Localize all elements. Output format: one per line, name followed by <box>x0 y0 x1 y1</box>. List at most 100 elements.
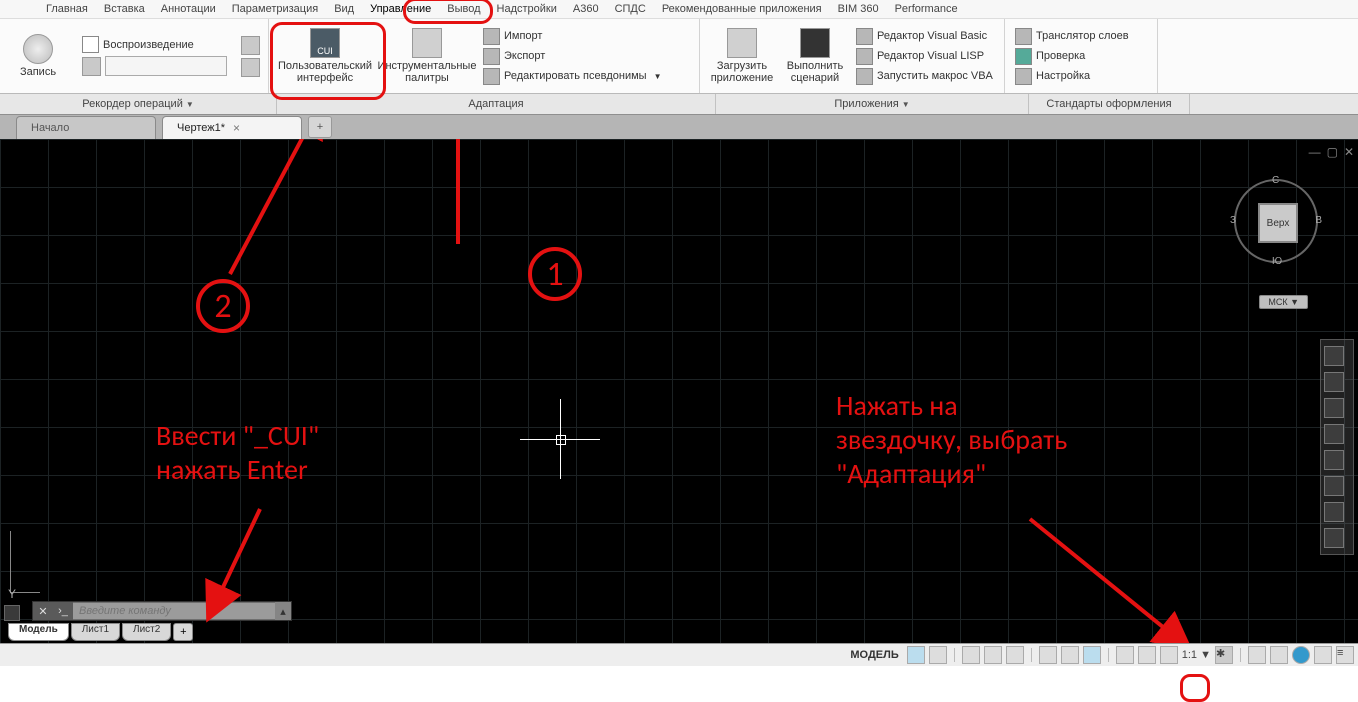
status-menu-icon[interactable]: ≡ <box>1336 646 1354 664</box>
status-clean-icon[interactable] <box>1292 646 1310 664</box>
nav-pan-icon[interactable] <box>1324 372 1344 392</box>
menu-insert[interactable]: Вставка <box>96 2 153 16</box>
recorder-misc-1[interactable] <box>241 36 260 55</box>
command-line[interactable]: ✕ ›_ ▴ <box>32 601 292 621</box>
cmd-left-icons <box>4 605 20 621</box>
check-label: Проверка <box>1036 50 1085 62</box>
menu-bim360[interactable]: BIM 360 <box>830 2 887 16</box>
standards-config-button[interactable]: Настройка <box>1011 67 1133 86</box>
viewcube-w: З <box>1230 215 1236 226</box>
ribbon-footer-apps[interactable]: Приложения▼ <box>716 94 1029 114</box>
run-script-button[interactable]: Выполнить сценарий <box>782 23 848 89</box>
nav-orbit-icon[interactable] <box>1324 424 1344 444</box>
tab-drawing1[interactable]: Чертеж1*× <box>162 116 302 139</box>
wcs-badge[interactable]: МСК ▼ <box>1259 295 1308 309</box>
status-grid-icon[interactable] <box>907 646 925 664</box>
ribbon-footer-recorder[interactable]: Рекордер операций▼ <box>0 94 277 114</box>
status-ortho-icon[interactable] <box>962 646 980 664</box>
menu-spds[interactable]: СПДС <box>607 2 654 16</box>
close-tab-icon[interactable]: × <box>233 121 240 135</box>
recorder-misc-2[interactable] <box>241 58 260 77</box>
viewcube-s: Ю <box>1272 256 1282 267</box>
vle-button[interactable]: Редактор Visual LISP <box>852 47 997 66</box>
ribbon-footer-std: Стандарты оформления <box>1029 94 1190 114</box>
minimize-icon[interactable]: — <box>1309 145 1321 159</box>
annotation-arrows <box>0 139 1358 643</box>
cmd-close-icon[interactable]: ✕ <box>33 602 53 620</box>
record-button[interactable]: Запись <box>6 23 70 89</box>
viewcube-face[interactable]: Верх <box>1258 203 1298 243</box>
status-otrack-icon[interactable] <box>1083 646 1101 664</box>
menu-a360[interactable]: A360 <box>565 2 607 16</box>
menu-manage[interactable]: Управление <box>362 2 439 16</box>
viewcube[interactable]: Верх С Ю В З <box>1234 179 1318 263</box>
vba-label: Запустить макрос VBA <box>877 70 993 82</box>
tool-palettes-button[interactable]: Инструментальные палитры <box>379 23 475 89</box>
status-model-button[interactable]: МОДЕЛЬ <box>846 649 902 661</box>
cui-label: Пользовательский интерфейс <box>275 60 375 84</box>
viewport-controls[interactable]: — ▢ ✕ <box>1309 145 1354 159</box>
menu-view[interactable]: Вид <box>326 2 362 16</box>
status-qp-icon[interactable] <box>1270 646 1288 664</box>
nav-misc2-icon[interactable] <box>1324 502 1344 522</box>
cmd-icon-1[interactable] <box>4 605 20 621</box>
menu-parametric[interactable]: Параметризация <box>224 2 326 16</box>
cui-button[interactable]: CUI Пользовательский интерфейс <box>275 23 375 89</box>
menu-addins[interactable]: Надстройки <box>489 2 565 16</box>
menu-annotations[interactable]: Аннотации <box>153 2 224 16</box>
export-button[interactable]: Экспорт <box>479 47 665 66</box>
close-icon[interactable]: ✕ <box>1344 145 1354 159</box>
status-polar-icon[interactable] <box>984 646 1002 664</box>
layout-tab-sheet2[interactable]: Лист2 <box>122 623 171 641</box>
check-button[interactable]: Проверка <box>1011 47 1133 66</box>
edit-aliases-button[interactable]: Редактировать псевдонимы▼ <box>479 67 665 86</box>
tab-start[interactable]: Начало <box>16 116 156 139</box>
status-gear-icon[interactable]: ✱ <box>1215 646 1233 664</box>
export-icon <box>483 48 500 65</box>
status-plus-icon[interactable] <box>1248 646 1266 664</box>
navigation-bar[interactable] <box>1320 339 1354 555</box>
restore-icon[interactable]: ▢ <box>1327 145 1338 159</box>
check-icon <box>1015 48 1032 65</box>
menu-home[interactable]: Главная <box>38 2 96 16</box>
nav-showmotion-icon[interactable] <box>1324 450 1344 470</box>
status-3dosnap-icon[interactable] <box>1061 646 1079 664</box>
layout-tab-add[interactable]: + <box>173 623 193 641</box>
recorder-icon-1[interactable] <box>82 57 101 76</box>
nav-wheel-icon[interactable] <box>1324 346 1344 366</box>
layer-translator-button[interactable]: Транслятор слоев <box>1011 27 1133 46</box>
status-osnap-icon[interactable] <box>1039 646 1057 664</box>
playback-button[interactable]: Воспроизведение <box>78 35 231 54</box>
layout-tab-model[interactable]: Модель <box>8 623 69 641</box>
import-label: Импорт <box>504 30 542 42</box>
recorder-dropdown[interactable] <box>105 56 227 76</box>
menu-performance[interactable]: Performance <box>887 2 966 16</box>
status-lwt-icon[interactable] <box>1116 646 1134 664</box>
config-label: Настройка <box>1036 70 1090 82</box>
command-input[interactable] <box>73 603 275 619</box>
nav-misc1-icon[interactable] <box>1324 476 1344 496</box>
vbe-label: Редактор Visual Basic <box>877 30 987 42</box>
layout-tab-sheet1[interactable]: Лист1 <box>71 623 120 641</box>
run-script-label: Выполнить сценарий <box>782 60 848 84</box>
drawing-area[interactable]: Y — ▢ ✕ Верх С Ю В З МСК ▼ 1 2 Ввести "_… <box>0 139 1358 643</box>
status-transparency-icon[interactable] <box>1138 646 1156 664</box>
status-snap-icon[interactable] <box>929 646 947 664</box>
nav-misc3-icon[interactable] <box>1324 528 1344 548</box>
menu-output[interactable]: Вывод <box>439 2 488 16</box>
status-cycling-icon[interactable] <box>1160 646 1178 664</box>
status-bar: МОДЕЛЬ 1:1 ▼ ✱ ≡ <box>0 643 1358 666</box>
cui-icon: CUI <box>310 28 340 58</box>
load-app-label: Загрузить приложение <box>706 60 778 84</box>
status-custom-icon[interactable] <box>1314 646 1332 664</box>
import-button[interactable]: Импорт <box>479 27 665 46</box>
load-app-button[interactable]: Загрузить приложение <box>706 23 778 89</box>
status-scale[interactable]: 1:1 ▼ <box>1182 649 1211 661</box>
menu-featured[interactable]: Рекомендованные приложения <box>654 2 830 16</box>
vbe-button[interactable]: Редактор Visual Basic <box>852 27 997 46</box>
vba-macro-button[interactable]: Запустить макрос VBA <box>852 67 997 86</box>
new-tab-button[interactable]: + <box>308 116 332 138</box>
cmd-history-icon[interactable]: ▴ <box>275 602 291 620</box>
status-iso-icon[interactable] <box>1006 646 1024 664</box>
nav-zoom-icon[interactable] <box>1324 398 1344 418</box>
